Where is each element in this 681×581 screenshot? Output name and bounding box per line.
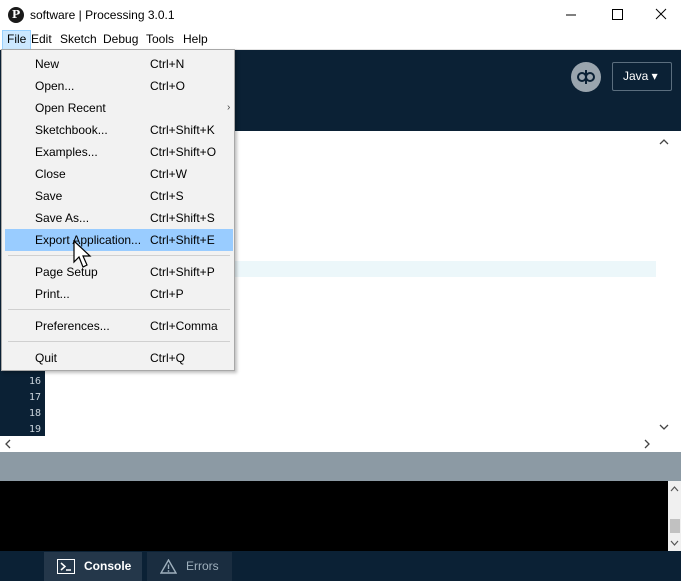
menu-item-shortcut: Ctrl+W	[150, 167, 187, 181]
menu-sketch[interactable]: Sketch	[56, 30, 101, 50]
menu-item-print[interactable]: Print... Ctrl+P	[5, 283, 233, 305]
menu-item-examples[interactable]: Examples... Ctrl+Shift+O	[5, 141, 233, 163]
line-number: 19	[28, 424, 41, 435]
menu-item-preferences[interactable]: Preferences... Ctrl+Comma	[5, 315, 233, 337]
menu-item-shortcut: Ctrl+Shift+P	[150, 265, 215, 279]
console-scroll-down-icon[interactable]	[668, 537, 681, 549]
title-bar: P software | Processing 3.0.1	[0, 0, 681, 30]
menu-item-label: Quit	[35, 351, 58, 365]
submenu-arrow-icon: ›	[227, 102, 231, 113]
scroll-up-icon[interactable]	[656, 134, 672, 150]
minimize-icon	[566, 14, 576, 16]
menu-item-label: Open...	[35, 79, 75, 93]
menu-item-shortcut: Ctrl+Shift+K	[150, 123, 215, 137]
menu-item-label: Save As...	[35, 211, 90, 225]
minimize-button[interactable]	[548, 0, 594, 30]
menu-item-new[interactable]: New Ctrl+N	[5, 53, 233, 75]
warning-icon	[160, 559, 177, 574]
tab-errors[interactable]: Errors	[147, 552, 232, 581]
menu-separator	[8, 255, 230, 256]
line-number: 18	[28, 408, 41, 419]
file-menu-dropdown: New Ctrl+N Open... Ctrl+O Open Recent › …	[1, 49, 235, 371]
line-number: 17	[28, 392, 41, 403]
editor-vertical-scrollbar[interactable]	[656, 131, 672, 436]
console-scroll-thumb[interactable]	[670, 519, 680, 533]
menu-item-shortcut: Ctrl+Shift+E	[150, 233, 215, 247]
menu-separator	[8, 341, 230, 342]
mode-selector[interactable]: Java ▾	[612, 62, 672, 91]
menu-item-shortcut: Ctrl+Shift+S	[150, 211, 215, 225]
mouse-cursor-icon	[73, 240, 92, 268]
menu-item-save-as[interactable]: Save As... Ctrl+Shift+S	[5, 207, 233, 229]
menu-item-label: New	[35, 57, 60, 71]
menu-item-shortcut: Ctrl+Comma	[150, 319, 218, 333]
menu-help[interactable]: Help	[179, 30, 212, 50]
menu-item-label: Sketchbook...	[35, 123, 108, 137]
menu-item-close[interactable]: Close Ctrl+W	[5, 163, 233, 185]
menu-bar: File Edit Sketch Debug Tools Help	[0, 30, 681, 50]
menu-item-quit[interactable]: Quit Ctrl+Q	[5, 347, 233, 369]
menu-item-open[interactable]: Open... Ctrl+O	[5, 75, 233, 97]
console-icon	[57, 559, 75, 574]
maximize-icon	[612, 9, 623, 20]
menu-item-label: Print...	[35, 287, 70, 301]
menu-item-shortcut: Ctrl+S	[150, 189, 184, 203]
line-number: 16	[28, 376, 41, 387]
console-output[interactable]	[0, 481, 668, 551]
debug-mode-button[interactable]	[571, 62, 601, 92]
menu-item-label: Save	[35, 189, 63, 203]
debug-mode-icon	[577, 70, 595, 84]
console-scrollbar[interactable]	[668, 481, 681, 551]
menu-item-export-application[interactable]: Export Application... Ctrl+Shift+E	[5, 229, 233, 251]
close-button[interactable]	[640, 0, 681, 30]
menu-tools[interactable]: Tools	[142, 30, 178, 50]
menu-separator	[8, 309, 230, 310]
menu-item-sketchbook[interactable]: Sketchbook... Ctrl+Shift+K	[5, 119, 233, 141]
menu-item-shortcut: Ctrl+N	[150, 57, 185, 71]
menu-item-page-setup[interactable]: Page Setup Ctrl+Shift+P	[5, 261, 233, 283]
processing-logo-icon: P	[8, 7, 24, 23]
close-icon	[655, 8, 667, 20]
tab-console[interactable]: Console	[44, 552, 142, 581]
menu-item-shortcut: Ctrl+Shift+O	[150, 145, 217, 159]
maximize-button[interactable]	[594, 0, 640, 30]
menu-item-label: Close	[35, 167, 66, 181]
menu-item-label: Preferences...	[35, 319, 110, 333]
console-scroll-up-icon[interactable]	[668, 483, 681, 495]
menu-item-shortcut: Ctrl+P	[150, 287, 184, 301]
menu-item-label: Open Recent	[35, 101, 106, 115]
menu-debug[interactable]: Debug	[99, 30, 142, 50]
menu-edit[interactable]: Edit	[27, 30, 56, 50]
errors-tab-label: Errors	[186, 559, 219, 573]
editor-horizontal-scrollbar[interactable]	[0, 436, 656, 452]
menu-item-label: Examples...	[35, 145, 98, 159]
status-bar	[0, 452, 681, 481]
scroll-right-icon[interactable]	[639, 436, 655, 452]
window-title: software | Processing 3.0.1	[30, 8, 175, 22]
menu-item-open-recent[interactable]: Open Recent ›	[5, 97, 233, 119]
scroll-left-icon[interactable]	[0, 436, 16, 452]
menu-item-shortcut: Ctrl+O	[150, 79, 186, 93]
scroll-down-icon[interactable]	[656, 419, 672, 435]
console-tab-label: Console	[84, 559, 132, 573]
menu-item-shortcut: Ctrl+Q	[150, 351, 186, 365]
menu-item-save[interactable]: Save Ctrl+S	[5, 185, 233, 207]
